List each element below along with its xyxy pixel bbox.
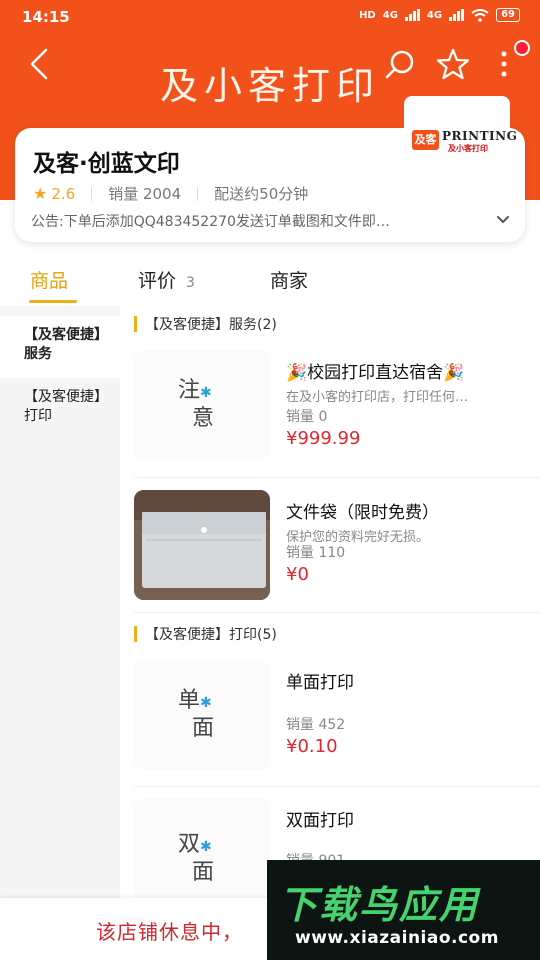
file-bag-image: [134, 490, 270, 600]
divider: [134, 612, 540, 613]
product-name: 双面打印: [286, 811, 354, 831]
store-delivery: 配送约50分钟: [214, 185, 309, 203]
meta-divider: [91, 186, 93, 201]
tab-products[interactable]: 商品: [30, 266, 68, 293]
tab-bar: 商品 评价 3 商家: [0, 262, 540, 306]
thumbnail-text: 注✱ 意: [178, 378, 215, 431]
store-sales: 销量 2004: [108, 185, 182, 203]
thumbnail-text: 双✱ 面: [178, 832, 215, 885]
battery-icon: 69: [496, 8, 520, 22]
watermark-title: 下载鸟应用: [279, 883, 480, 927]
store-logo: 及客 PRINTING 及小客打印: [404, 96, 517, 176]
notice-expand-button[interactable]: [495, 212, 511, 231]
signal-icon: [404, 9, 420, 21]
tab-active-indicator: [29, 300, 77, 303]
search-button[interactable]: [383, 46, 417, 86]
product-price: ¥0: [286, 564, 309, 585]
section-title: 【及客便捷】打印(5): [145, 627, 277, 643]
favorite-button[interactable]: [435, 46, 471, 86]
logo-subtext: 及小客打印: [448, 144, 488, 153]
product-thumbnail: 双✱ 面: [134, 798, 270, 908]
tab-reviews-count: 3: [186, 275, 195, 291]
section-accent-bar: [134, 316, 137, 332]
more-vertical-icon: [501, 51, 507, 77]
product-thumbnail: 注✱ 意: [134, 350, 270, 460]
store-notice[interactable]: 公告:下单后添加QQ483452270发送订单截图和文件即…: [31, 211, 491, 231]
product-sales: 销量 452: [286, 717, 346, 733]
hd-indicator: HD: [359, 9, 376, 21]
wifi-icon: [471, 8, 489, 22]
product-sales: 销量 110: [286, 545, 346, 561]
section-title: 【及客便捷】服务(2): [145, 317, 277, 333]
network-label-1: 4G: [382, 9, 398, 21]
logo-mark: 及客: [412, 130, 439, 150]
tab-products-label: 商品: [30, 270, 69, 292]
network-label-2: 4G: [426, 9, 443, 21]
tab-reviews-label: 评价: [138, 270, 177, 292]
star-icon: ★: [33, 184, 48, 203]
tab-reviews[interactable]: 评价 3: [138, 266, 195, 293]
product-card[interactable]: 注✱ 意 🎉校园打印直达宿舍🎉 在及小客的打印店，打印任何… 销量 0 ¥999…: [134, 350, 540, 460]
sidebar-item-print[interactable]: 【及客便捷】打印: [0, 378, 120, 440]
status-bar: 14:15 HD 4G 4G 69: [0, 0, 540, 34]
sidebar-item-service[interactable]: 【及客便捷】服务: [0, 316, 120, 378]
logo-text: PRINTING: [442, 129, 518, 143]
divider: [134, 786, 540, 787]
product-thumbnail: 单✱ 面: [134, 660, 270, 770]
status-time: 14:15: [22, 8, 70, 26]
meta-divider: [197, 186, 199, 201]
store-closed-message: 该店铺休息中，: [96, 920, 243, 944]
product-name: 🎉校园打印直达宿舍🎉: [286, 363, 465, 383]
tab-merchant-label: 商家: [270, 270, 309, 292]
status-icons: HD 4G 4G 69: [359, 8, 520, 22]
divider: [134, 477, 540, 478]
product-price: ¥999.99: [286, 428, 361, 449]
category-sidebar: 【及客便捷】服务 【及客便捷】打印: [0, 306, 120, 906]
store-name: 及客·创蓝文印: [33, 151, 180, 177]
search-icon: [385, 50, 414, 79]
notification-dot: [514, 40, 530, 56]
product-description: 在及小客的打印店，打印任何…: [286, 390, 469, 405]
section-accent-bar: [134, 626, 137, 642]
product-name: 文件袋（限时免费）: [286, 503, 439, 523]
thumbnail-text: 单✱ 面: [178, 688, 215, 741]
tab-merchant[interactable]: 商家: [270, 266, 308, 293]
product-name: 单面打印: [286, 673, 354, 693]
watermark-overlay: 下载鸟应用 www.xiazainiao.com: [267, 860, 540, 960]
star-outline-icon: [436, 48, 470, 80]
section-header-service: 【及客便捷】服务(2): [134, 314, 277, 334]
watermark-url: www.xiazainiao.com: [295, 928, 499, 948]
product-sales: 销量 0: [286, 409, 328, 425]
product-thumbnail: [134, 490, 270, 600]
store-rating: 2.6: [51, 184, 76, 203]
product-price: ¥0.10: [286, 736, 338, 757]
more-button[interactable]: [498, 46, 510, 86]
product-card[interactable]: 单✱ 面 单面打印 销量 452 ¥0.10: [134, 660, 540, 770]
chevron-down-icon: [497, 216, 509, 224]
store-meta: ★ 2.6 销量 2004 配送约50分钟: [33, 183, 308, 204]
signal-icon-2: [449, 9, 465, 21]
section-header-print: 【及客便捷】打印(5): [134, 624, 277, 644]
product-card[interactable]: 文件袋（限时免费） 保护您的资料完好无损。 销量 110 ¥0: [134, 490, 540, 600]
